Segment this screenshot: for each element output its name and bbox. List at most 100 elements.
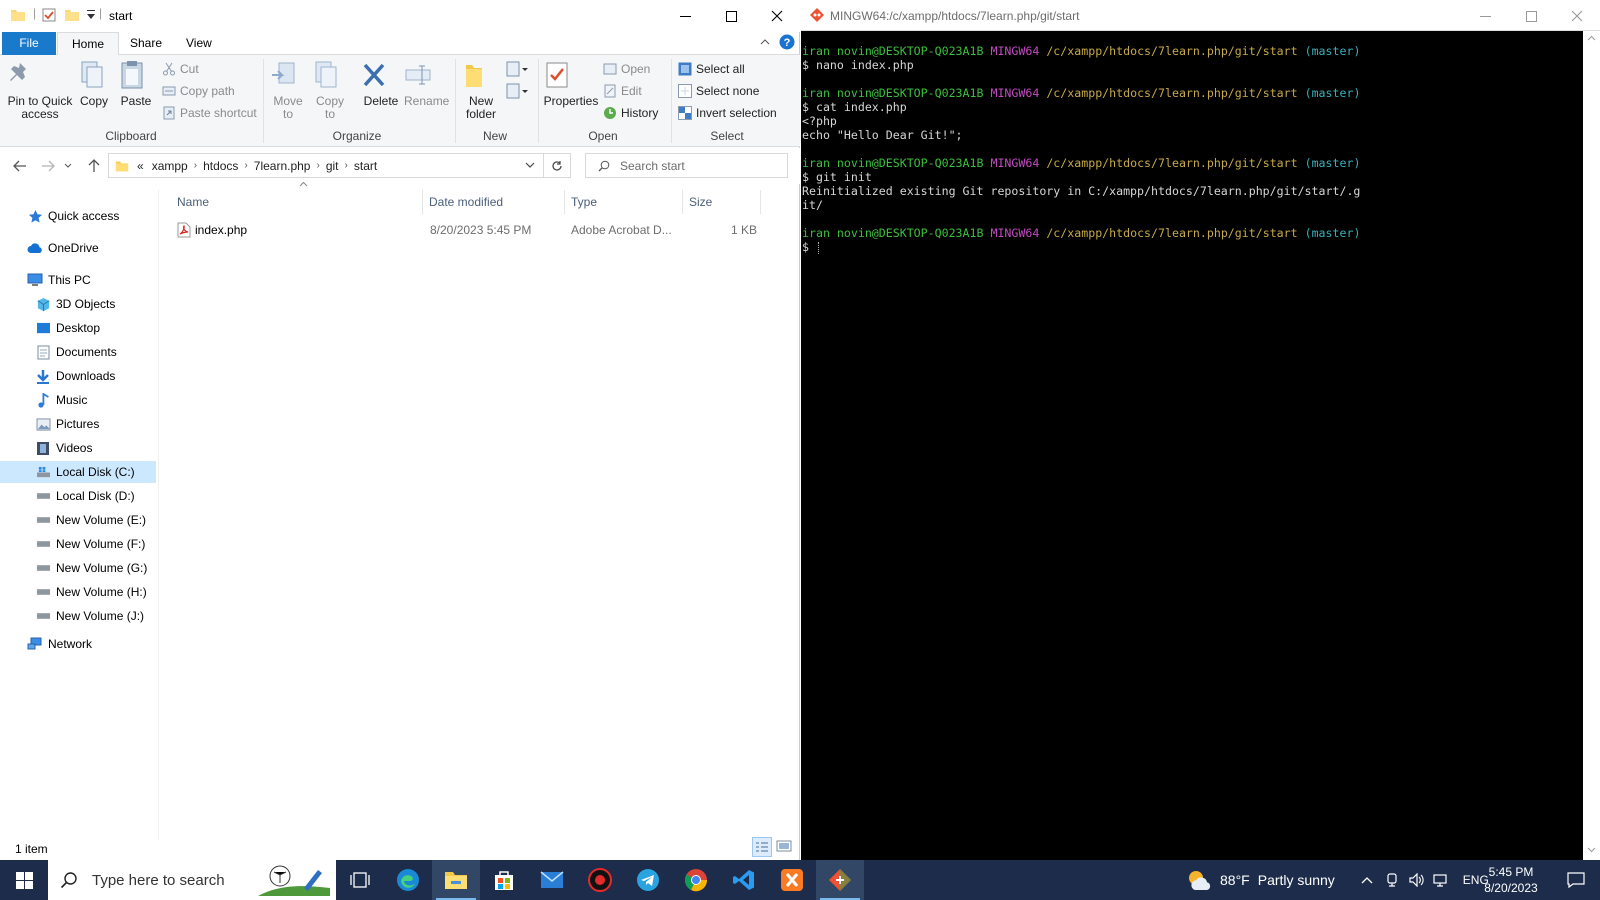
new-folder-button[interactable]: New folder xyxy=(460,59,502,121)
breadcrumb-git[interactable]: git xyxy=(326,159,339,173)
nav-local-disk-d[interactable]: Local Disk (D:) xyxy=(0,485,158,507)
taskbar-telegram[interactable] xyxy=(624,860,672,900)
select-all-button[interactable]: Select all xyxy=(678,59,745,79)
recent-locations-button[interactable] xyxy=(62,156,74,176)
collapse-ribbon-icon[interactable] xyxy=(760,38,770,46)
scroll-up-icon[interactable] xyxy=(1587,35,1596,41)
taskbar-mail[interactable] xyxy=(528,860,576,900)
nav-pictures[interactable]: Pictures xyxy=(0,413,158,435)
taskbar-git-bash[interactable] xyxy=(816,860,864,900)
close-button[interactable] xyxy=(754,0,800,32)
maximize-button[interactable] xyxy=(708,0,754,32)
history-button[interactable]: History xyxy=(603,103,658,123)
column-header-type[interactable]: Type xyxy=(565,190,683,214)
nav-onedrive[interactable]: OneDrive xyxy=(0,237,158,259)
taskbar-xampp[interactable] xyxy=(768,860,816,900)
taskbar-search-box[interactable]: Type here to search xyxy=(48,860,336,900)
move-to-button[interactable]: Move to xyxy=(270,59,306,121)
terminal-close-button[interactable] xyxy=(1554,0,1600,32)
open-button[interactable]: Open xyxy=(603,59,650,79)
scroll-down-icon[interactable] xyxy=(1587,847,1596,853)
nav-volume-e[interactable]: New Volume (E:) xyxy=(0,509,158,531)
tab-file[interactable]: File xyxy=(2,32,56,55)
new-item-icon[interactable] xyxy=(505,59,529,79)
tab-share[interactable]: Share xyxy=(116,32,176,55)
taskbar-clock[interactable]: 5:45 PM 8/20/2023 xyxy=(1476,864,1546,896)
breadcrumb-htdocs[interactable]: htdocs xyxy=(203,159,238,173)
cut-button[interactable]: Cut xyxy=(162,59,199,79)
invert-selection-button[interactable]: Invert selection xyxy=(678,103,777,123)
tab-view[interactable]: View xyxy=(172,32,226,55)
chevron-right-icon[interactable]: › xyxy=(244,160,247,171)
rename-button[interactable]: Rename xyxy=(404,59,449,108)
select-none-button[interactable]: Select none xyxy=(678,81,759,101)
search-input[interactable] xyxy=(620,158,780,173)
paste-shortcut-button[interactable]: Paste shortcut xyxy=(162,103,257,123)
nav-downloads[interactable]: Downloads xyxy=(0,365,158,387)
pin-to-quick-access-button[interactable]: Pin to Quick access xyxy=(6,59,74,121)
forward-button[interactable] xyxy=(38,156,58,176)
search-box[interactable] xyxy=(585,153,788,178)
column-header-date-modified[interactable]: Date modified xyxy=(423,190,565,214)
nav-quick-access[interactable]: Quick access xyxy=(0,205,158,227)
nav-local-disk-c[interactable]: Local Disk (C:) xyxy=(0,461,156,483)
terminal-output[interactable]: iran novin@DESKTOP-Q023A1B MINGW64 /c/xa… xyxy=(802,31,1582,860)
nav-volume-h[interactable]: New Volume (H:) xyxy=(0,581,158,603)
up-button[interactable] xyxy=(84,156,104,176)
nav-videos[interactable]: Videos xyxy=(0,437,158,459)
taskbar-edge[interactable] xyxy=(384,860,432,900)
new-folder-quick-icon[interactable] xyxy=(64,7,80,23)
details-view-button[interactable] xyxy=(752,837,772,857)
nav-volume-f[interactable]: New Volume (F:) xyxy=(0,533,158,555)
meet-now-icon[interactable] xyxy=(1385,872,1399,888)
chevron-right-icon[interactable]: › xyxy=(194,160,197,171)
task-view-button[interactable] xyxy=(336,860,384,900)
help-icon[interactable]: ? xyxy=(779,34,795,50)
terminal-scrollbar[interactable] xyxy=(1583,31,1600,860)
nav-music[interactable]: Music xyxy=(0,389,158,411)
address-dropdown-icon[interactable] xyxy=(525,162,535,169)
taskbar-vscode[interactable] xyxy=(720,860,768,900)
nav-volume-j[interactable]: New Volume (J:) xyxy=(0,605,158,627)
weather-temp[interactable]: 88°F xyxy=(1220,872,1250,888)
column-header-size[interactable]: Size xyxy=(683,190,761,214)
chevron-right-icon[interactable]: › xyxy=(345,160,348,171)
copy-path-button[interactable]: Copy path xyxy=(162,81,235,101)
breadcrumb-xampp[interactable]: xampp xyxy=(152,159,188,173)
show-hidden-icons-icon[interactable] xyxy=(1361,876,1373,884)
breadcrumb-start[interactable]: start xyxy=(354,159,377,173)
properties-quick-icon[interactable] xyxy=(41,7,57,23)
delete-button[interactable]: Delete xyxy=(360,59,402,108)
nav-volume-g[interactable]: New Volume (G:) xyxy=(0,557,158,579)
large-icons-view-button[interactable] xyxy=(776,839,792,853)
nav-desktop[interactable]: Desktop xyxy=(0,317,158,339)
terminal-minimize-button[interactable] xyxy=(1462,0,1508,32)
volume-icon[interactable] xyxy=(1409,873,1425,887)
nav-this-pc[interactable]: This PC xyxy=(0,269,158,291)
address-breadcrumb[interactable]: « xampp › htdocs › 7learn.php › git › st… xyxy=(108,153,544,178)
column-header-name[interactable]: Name xyxy=(171,181,423,214)
back-button[interactable] xyxy=(10,156,30,176)
action-center-button[interactable] xyxy=(1552,860,1600,900)
taskbar-app-red[interactable] xyxy=(576,860,624,900)
breadcrumb-overflow[interactable]: « xyxy=(137,159,144,173)
paste-button[interactable]: Paste xyxy=(118,59,154,108)
network-wired-icon[interactable] xyxy=(1433,873,1449,887)
taskbar-chrome[interactable] xyxy=(672,860,720,900)
nav-documents[interactable]: Documents xyxy=(0,341,158,363)
start-button[interactable] xyxy=(0,860,48,900)
copy-button[interactable]: Copy xyxy=(78,59,110,108)
customize-quick-access-icon[interactable] xyxy=(86,9,96,21)
breadcrumb-7learn[interactable]: 7learn.php xyxy=(254,159,311,173)
nav-3d-objects[interactable]: 3D Objects xyxy=(0,293,158,315)
taskbar-store[interactable] xyxy=(480,860,528,900)
chevron-right-icon[interactable]: › xyxy=(316,160,319,171)
nav-network[interactable]: Network xyxy=(0,633,158,655)
tab-home[interactable]: Home xyxy=(57,32,120,56)
properties-button[interactable]: Properties xyxy=(543,59,599,108)
refresh-button[interactable] xyxy=(544,153,571,178)
copy-to-button[interactable]: Copy to xyxy=(312,59,348,121)
taskbar-file-explorer[interactable] xyxy=(432,860,480,900)
easy-access-icon[interactable] xyxy=(505,81,529,101)
weather-condition[interactable]: Partly sunny xyxy=(1258,872,1335,888)
